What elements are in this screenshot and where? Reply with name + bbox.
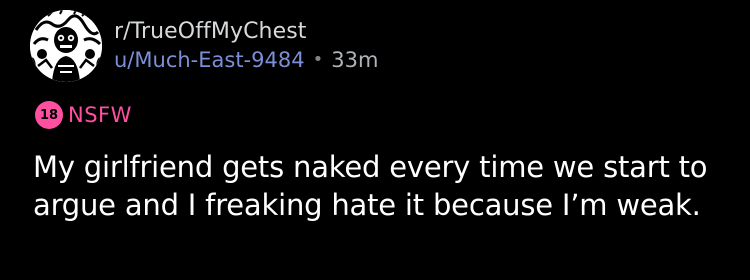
subreddit-avatar[interactable] — [30, 10, 102, 82]
post-timestamp: 33m — [331, 48, 379, 72]
post-title[interactable]: My girlfriend gets naked every time we s… — [33, 148, 723, 224]
subreddit-name[interactable]: r/TrueOffMyChest — [114, 18, 378, 46]
nsfw-18-icon: 18 — [34, 100, 64, 130]
post-header: r/TrueOffMyChest u/Much-East-9484 • 33m — [30, 10, 378, 82]
nsfw-age-number: 18 — [39, 107, 59, 123]
post-meta: r/TrueOffMyChest u/Much-East-9484 • 33m — [114, 18, 378, 74]
author-line: u/Much-East-9484 • 33m — [114, 46, 378, 74]
nsfw-tag: 18 NSFW — [34, 100, 132, 130]
meta-separator: • — [312, 49, 324, 70]
avatar-art-icon — [30, 10, 102, 82]
author-username[interactable]: u/Much-East-9484 — [114, 46, 305, 74]
nsfw-label: NSFW — [68, 103, 132, 127]
